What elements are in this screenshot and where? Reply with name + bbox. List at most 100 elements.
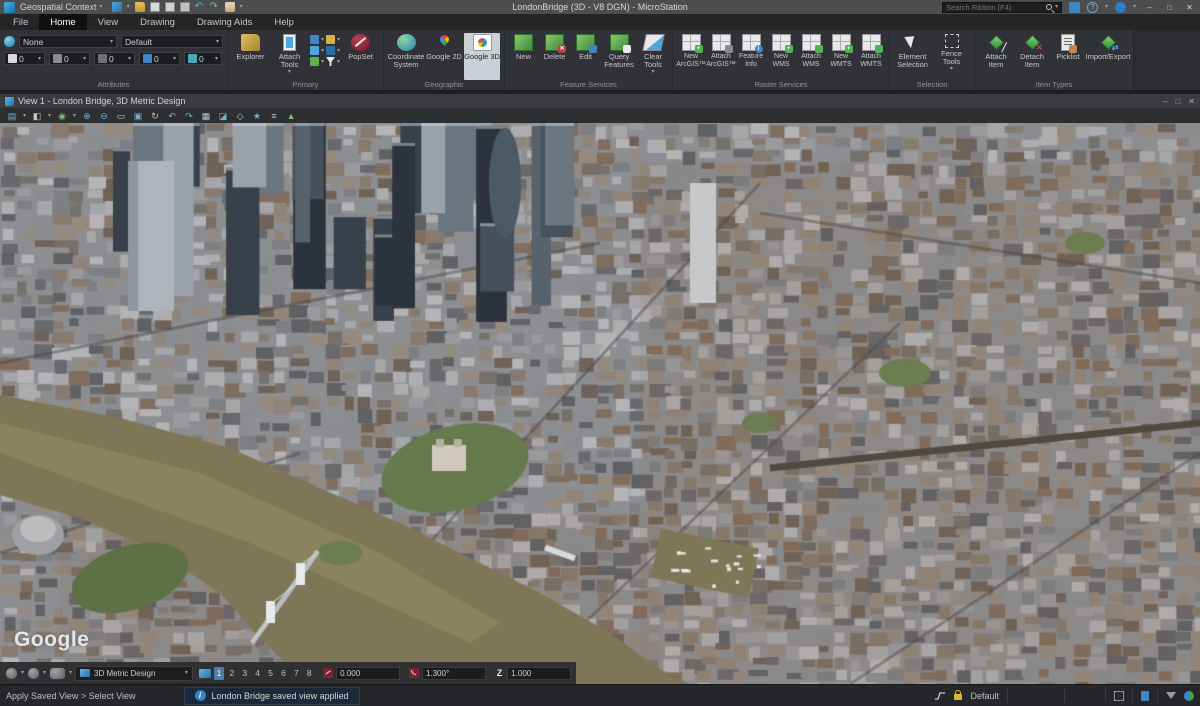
feature-info-button[interactable]: i Feature Info [737,33,765,80]
attach-arcgis-button[interactable]: Attach ArcGIS™ [707,33,735,80]
line-weight-dropdown[interactable]: 0 ▾ [139,52,180,65]
chevron-down-icon[interactable]: ▾ [1133,4,1136,10]
active-level-dropdown[interactable]: 0 ▾ [4,52,45,65]
map-viewport[interactable]: Google ▾ ▾ ▾ 3D Metric Design ▾ 1 2 3 4 … [0,123,1200,684]
tab-drawing[interactable]: Drawing [129,14,186,30]
geolocation-icon[interactable] [1184,691,1194,701]
google-2d-button[interactable]: Google 2D [426,33,462,80]
tab-home[interactable]: Home [39,14,86,30]
feature-new-button[interactable]: New [509,33,538,80]
chevron-down-icon[interactable]: ▾ [321,37,324,43]
view-4-button[interactable]: 4 [253,667,263,680]
open-folder-icon[interactable] [135,2,145,12]
zoom-in-icon[interactable]: ⊕ [81,110,93,122]
zoom-out-icon[interactable]: ⊖ [98,110,110,122]
chevron-down-icon[interactable]: ▾ [337,37,340,43]
tab-drawing-aids[interactable]: Drawing Aids [186,14,263,30]
level-manager-icon[interactable] [310,46,319,55]
view-previous-icon[interactable]: ↶ [166,110,178,122]
workflow-dropdown[interactable]: Geospatial Context ▾ [20,2,103,12]
detach-item-button[interactable]: ✕ Detach Item [1015,33,1049,80]
attach-wms-button[interactable]: Attach WMS [797,33,825,80]
close-button[interactable]: ✕ [1183,3,1196,12]
attach-item-button[interactable]: ╱ Attach Item [979,33,1013,80]
import-export-button[interactable]: ⇄ Import/Export [1087,33,1129,80]
fit-view-icon[interactable]: ▣ [132,110,144,122]
fence-tools-button[interactable]: Fence Tools ▾ [933,33,970,80]
clear-tools-button[interactable]: Clear Tools ▾ [638,33,668,80]
account-avatar[interactable] [1115,2,1126,13]
explorer-button[interactable]: Explorer [232,33,269,80]
view-attributes-icon[interactable]: ▤ [6,110,18,122]
view-2-button[interactable]: 2 [227,667,237,680]
view-close-button[interactable]: ✕ [1188,97,1195,106]
properties-icon[interactable] [326,46,335,55]
view-group-menu-button[interactable] [49,667,66,680]
chevron-down-icon[interactable]: ▾ [73,113,76,119]
attach-icon[interactable] [112,2,122,12]
view-5-button[interactable]: 5 [266,667,276,680]
view-group-dropdown[interactable]: 3D Metric Design ▾ [75,666,193,681]
display-style-icon[interactable]: ◧ [31,110,43,122]
view-group-forward-button[interactable] [27,667,40,680]
coordinate-system-button[interactable]: Coordinate System [388,33,424,80]
angle-field[interactable]: 1.300° [422,667,486,680]
maximize-button[interactable]: □ [1163,3,1176,12]
search-input[interactable] [946,3,1043,12]
chevron-down-icon[interactable]: ▾ [21,670,24,676]
element-style-dropdown[interactable]: Default ▾ [121,35,223,48]
view-6-button[interactable]: 6 [279,667,289,680]
running-coordinates-icon[interactable] [934,691,946,701]
chevron-down-icon[interactable]: ▾ [337,59,340,65]
view-1-button[interactable]: 1 [214,667,224,680]
copy-view-icon[interactable]: ▦ [200,110,212,122]
new-wms-button[interactable]: + New WMS [767,33,795,80]
save-settings-icon[interactable] [165,2,175,12]
ribbon-search[interactable]: ▾ [942,2,1062,13]
active-file-icon[interactable] [1141,691,1149,701]
feedback-icon[interactable] [1069,2,1080,13]
new-wmts-button[interactable]: + New WMTS [827,33,855,80]
view-menu-icon[interactable]: ≡ [268,110,280,122]
chevron-down-icon[interactable]: ▾ [321,48,324,54]
help-icon[interactable]: ? [1087,2,1098,13]
status-message[interactable]: i London Bridge saved view applied [184,687,360,705]
picklist-button[interactable]: Picklist [1051,33,1085,80]
window-area-icon[interactable]: ▭ [115,110,127,122]
transparency-dropdown[interactable]: 0 ▾ [184,52,222,65]
navigation-icon[interactable]: ▲ [285,110,297,122]
tools-icon[interactable] [225,2,235,12]
chevron-down-icon[interactable]: ▾ [240,4,243,10]
undo-icon[interactable]: ↶ [195,2,205,12]
raster-manager-icon[interactable] [310,57,319,66]
query-features-button[interactable]: Query Features [602,33,636,80]
feature-delete-button[interactable]: ✕ Delete [540,33,569,80]
redo-icon[interactable]: ↷ [210,2,220,12]
z-field[interactable]: 1.000 [507,667,571,680]
popset-button[interactable]: PopSet [342,33,379,80]
minimize-button[interactable]: – [1143,3,1156,12]
view-group-back-button[interactable] [5,667,18,680]
chevron-down-icon[interactable]: ▾ [48,113,51,119]
active-color-dropdown[interactable]: 0 ▾ [49,52,90,65]
camera-icon[interactable]: ◉ [56,110,68,122]
clip-mask-icon[interactable]: ◇ [234,110,246,122]
view-next-icon[interactable]: ↷ [183,110,195,122]
chevron-down-icon[interactable]: ▾ [321,59,324,65]
chevron-down-icon[interactable]: ▾ [43,670,46,676]
chevron-down-icon[interactable]: ▾ [1105,4,1108,10]
view-title-bar[interactable]: View 1 - London Bridge, 3D Metric Design… [0,94,1200,108]
print-icon[interactable] [180,2,190,12]
distance-field[interactable]: 0.000 [336,667,400,680]
save-icon[interactable] [150,2,160,12]
chevron-down-icon[interactable]: ▾ [23,113,26,119]
view-3-button[interactable]: 3 [240,667,250,680]
new-arcgis-button[interactable]: + New ArcGIS™ [677,33,705,80]
tab-help[interactable]: Help [263,14,305,30]
feature-edit-button[interactable]: Edit [571,33,600,80]
lock-icon[interactable] [954,694,962,700]
tab-view[interactable]: View [87,14,129,30]
attribute-filter-dropdown[interactable]: None ▾ [19,35,117,48]
tab-file[interactable]: File [2,14,39,30]
models-icon[interactable] [310,35,319,44]
